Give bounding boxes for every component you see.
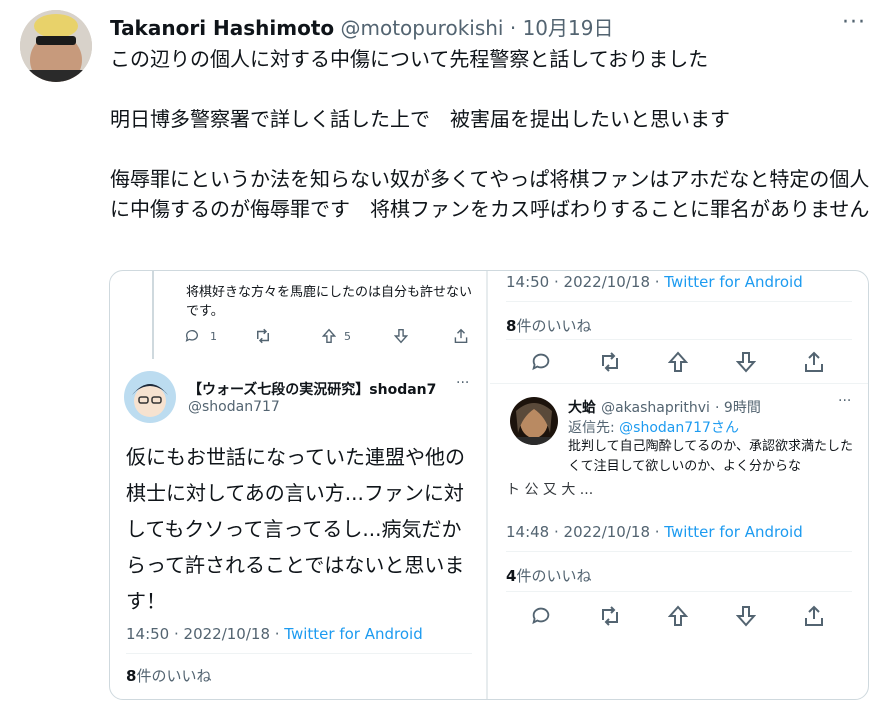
- upvote-icon[interactable]: [668, 605, 688, 627]
- retweet-icon[interactable]: [598, 605, 622, 627]
- share-icon[interactable]: [804, 605, 824, 627]
- reply-user-handle[interactable]: @akashaprithvi: [601, 400, 710, 416]
- reply-user-header: 大蛤 @akashaprithvi · 9時間: [568, 397, 761, 417]
- right-divider-2: [506, 339, 852, 340]
- tweet-text: この辺りの個人に対する中傷について先程警察と話しておりました 明日博多警察署で詳…: [110, 47, 870, 221]
- shodan7-more-icon[interactable]: ···: [456, 375, 469, 391]
- bottom-timestamp: 14:48 · 2022/10/18 · Twitter for Android: [506, 523, 803, 541]
- upvote-icon[interactable]: [322, 328, 336, 344]
- replying-to: 返信先: @shodan717さん: [568, 417, 739, 437]
- shodan7-tweet-text: 仮にもお世話になっていた連盟や他の棋士に対してあの言い方...ファンに対してもク…: [126, 445, 465, 613]
- reply-user-avatar[interactable]: [510, 397, 558, 445]
- right-divider-4: [506, 551, 852, 552]
- shodan7-likes[interactable]: 8件のいいね: [126, 665, 211, 686]
- panel-separator: [486, 271, 488, 699]
- bottom-likes-label: 件のいいね: [516, 567, 592, 585]
- retweet-icon[interactable]: [598, 351, 622, 373]
- previous-action-bar: 1 5: [184, 327, 484, 349]
- tweet-date[interactable]: 10月19日: [523, 16, 614, 40]
- upvote-icon[interactable]: [668, 351, 688, 373]
- top-timestamp: 14:50 · 2022/10/18 · Twitter for Android: [506, 273, 803, 291]
- reply-icon[interactable]: [184, 328, 200, 344]
- shodan7-time[interactable]: 14:50 · 2022/10/18 ·: [126, 625, 284, 643]
- top-action-bar: [530, 351, 850, 375]
- author-handle[interactable]: @motopurokishi: [341, 16, 504, 40]
- author-name[interactable]: Takanori Hashimoto: [110, 16, 334, 40]
- top-source[interactable]: Twitter for Android: [664, 273, 802, 291]
- author-avatar[interactable]: [20, 10, 92, 82]
- left-divider: [126, 653, 472, 654]
- shodan7-handle[interactable]: @shodan717: [188, 399, 280, 415]
- previous-reply-text: 将棋好きな方々を馬鹿にしたのは自分も許せないです。: [186, 285, 473, 319]
- share-icon[interactable]: [454, 328, 468, 344]
- retweet-icon[interactable]: [254, 328, 272, 344]
- right-divider-3: [490, 383, 868, 384]
- downvote-icon[interactable]: [736, 351, 756, 373]
- shodan7-avatar[interactable]: [124, 371, 176, 423]
- replying-to-handle[interactable]: @shodan717: [619, 420, 711, 436]
- bottom-action-bar: [530, 605, 850, 629]
- header-separator: ·: [509, 16, 517, 40]
- downvote-icon[interactable]: [736, 605, 756, 627]
- bottom-likes-number: 4: [506, 567, 517, 585]
- reply-time[interactable]: · 9時間: [715, 400, 761, 416]
- reply-user-name[interactable]: 大蛤: [568, 400, 596, 416]
- shodan7-name[interactable]: 【ウォーズ七段の実況研究】shodan7: [188, 379, 436, 399]
- more-options-icon[interactable]: ···: [842, 10, 866, 35]
- reply-count: 1: [210, 330, 217, 343]
- share-icon[interactable]: [804, 351, 824, 373]
- shodan7-timestamp: 14:50 · 2022/10/18 · Twitter for Android: [126, 625, 423, 643]
- tweet-image[interactable]: 将棋好きな方々を馬鹿にしたのは自分も許せないです。 1 5 【ウォーズ七段の実況…: [109, 270, 869, 700]
- downvote-icon[interactable]: [394, 328, 408, 344]
- thread-line: [152, 271, 154, 359]
- bottom-time[interactable]: 14:48 · 2022/10/18 ·: [506, 523, 664, 541]
- reply-text: 批判して自己陶酔してるのか、承認欲求満たしたくて注目して欲しいのか、よく分からな: [568, 439, 853, 474]
- top-time[interactable]: 14:50 · 2022/10/18 ·: [506, 273, 664, 291]
- top-likes[interactable]: 8件のいいね: [506, 315, 591, 336]
- bottom-likes[interactable]: 4件のいいね: [506, 565, 591, 586]
- likes-label: 件のいいね: [136, 667, 212, 685]
- shodan7-source[interactable]: Twitter for Android: [284, 625, 422, 643]
- replying-to-suffix: さん: [710, 420, 739, 436]
- reply-more-icon[interactable]: ···: [838, 393, 851, 409]
- hidden-text-fragment: ト 公 又 大 ...: [506, 482, 594, 498]
- likes-number: 8: [126, 667, 137, 685]
- like-count: 5: [344, 330, 351, 343]
- replying-to-label: 返信先:: [568, 420, 620, 436]
- reply-icon[interactable]: [530, 351, 552, 373]
- bottom-source[interactable]: Twitter for Android: [664, 523, 802, 541]
- right-divider-1: [506, 301, 852, 302]
- top-likes-label: 件のいいね: [516, 317, 592, 335]
- top-likes-number: 8: [506, 317, 517, 335]
- reply-icon[interactable]: [530, 605, 552, 627]
- tweet-header: Takanori Hashimoto @motopurokishi · 10月1…: [110, 12, 613, 41]
- right-divider-5: [506, 591, 852, 592]
